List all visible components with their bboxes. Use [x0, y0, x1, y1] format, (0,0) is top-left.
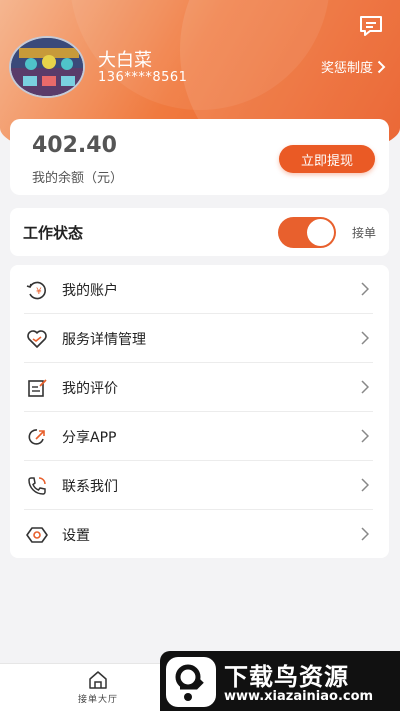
- heart-icon: [27, 330, 47, 348]
- user-name: 大白菜: [98, 50, 152, 71]
- watermark: 下载鸟资源 www.xiazainiao.com: [160, 651, 400, 711]
- bird-logo-icon: [175, 664, 204, 701]
- tab-order-hall[interactable]: 接单大厅: [68, 670, 128, 710]
- rules-link[interactable]: 奖惩制度: [321, 57, 386, 76]
- watermark-logo: [166, 657, 216, 707]
- menu-item-service-details[interactable]: 服务详情管理: [10, 314, 389, 363]
- message-icon[interactable]: [358, 14, 384, 38]
- menu-item-label: 我的评价: [62, 381, 118, 397]
- menu-item-label: 服务详情管理: [62, 332, 146, 348]
- svg-text:¥: ¥: [36, 287, 42, 297]
- menu-item-contact-us[interactable]: 联系我们: [10, 461, 389, 510]
- menu-item-label: 分享APP: [62, 430, 117, 446]
- tab-order-hall-label: 接单大厅: [77, 695, 118, 705]
- chevron-right-icon: [361, 331, 369, 345]
- menu-list: ¥ 我的账户 服务详情管理 我的评价 分享APP 联系我们 设置: [10, 265, 389, 558]
- menu-item-settings[interactable]: 设置: [10, 510, 389, 559]
- work-status-label: 工作状态: [23, 224, 84, 242]
- work-status-value: 接单: [351, 226, 376, 240]
- menu-item-account[interactable]: ¥ 我的账户: [10, 265, 389, 314]
- avatar[interactable]: [9, 36, 85, 98]
- chevron-right-icon: [361, 429, 369, 443]
- watermark-title: 下载鸟资源: [224, 663, 349, 691]
- menu-item-label: 我的账户: [62, 283, 118, 299]
- review-icon: [28, 379, 47, 397]
- user-phone: 136****8561: [98, 70, 188, 85]
- balance-amount: 402.40: [32, 133, 117, 158]
- work-status-toggle[interactable]: [278, 217, 336, 248]
- share-icon: [28, 429, 45, 445]
- chevron-right-icon: [361, 527, 369, 541]
- chevron-right-icon: [361, 282, 369, 296]
- work-status-card: 工作状态 接单: [10, 208, 389, 256]
- menu-item-label: 联系我们: [62, 479, 118, 495]
- settings-icon: [26, 527, 48, 543]
- home-icon: [89, 671, 107, 689]
- rules-link-label: 奖惩制度: [320, 61, 373, 76]
- phone-icon: [28, 477, 46, 495]
- menu-item-share-app[interactable]: 分享APP: [10, 412, 389, 461]
- account-icon: ¥: [26, 281, 46, 300]
- balance-label: 我的余额（元）: [32, 171, 124, 186]
- chevron-right-icon: [361, 478, 369, 492]
- chevron-right-icon: [361, 380, 369, 394]
- withdraw-button[interactable]: 立即提现: [279, 145, 375, 173]
- menu-item-label: 设置: [62, 528, 90, 544]
- chevron-right-icon: [377, 60, 386, 73]
- toggle-knob: [307, 219, 334, 246]
- balance-card: 402.40 我的余额（元） 立即提现: [10, 119, 389, 195]
- menu-item-reviews[interactable]: 我的评价: [10, 363, 389, 412]
- watermark-url: www.xiazainiao.com: [224, 689, 374, 704]
